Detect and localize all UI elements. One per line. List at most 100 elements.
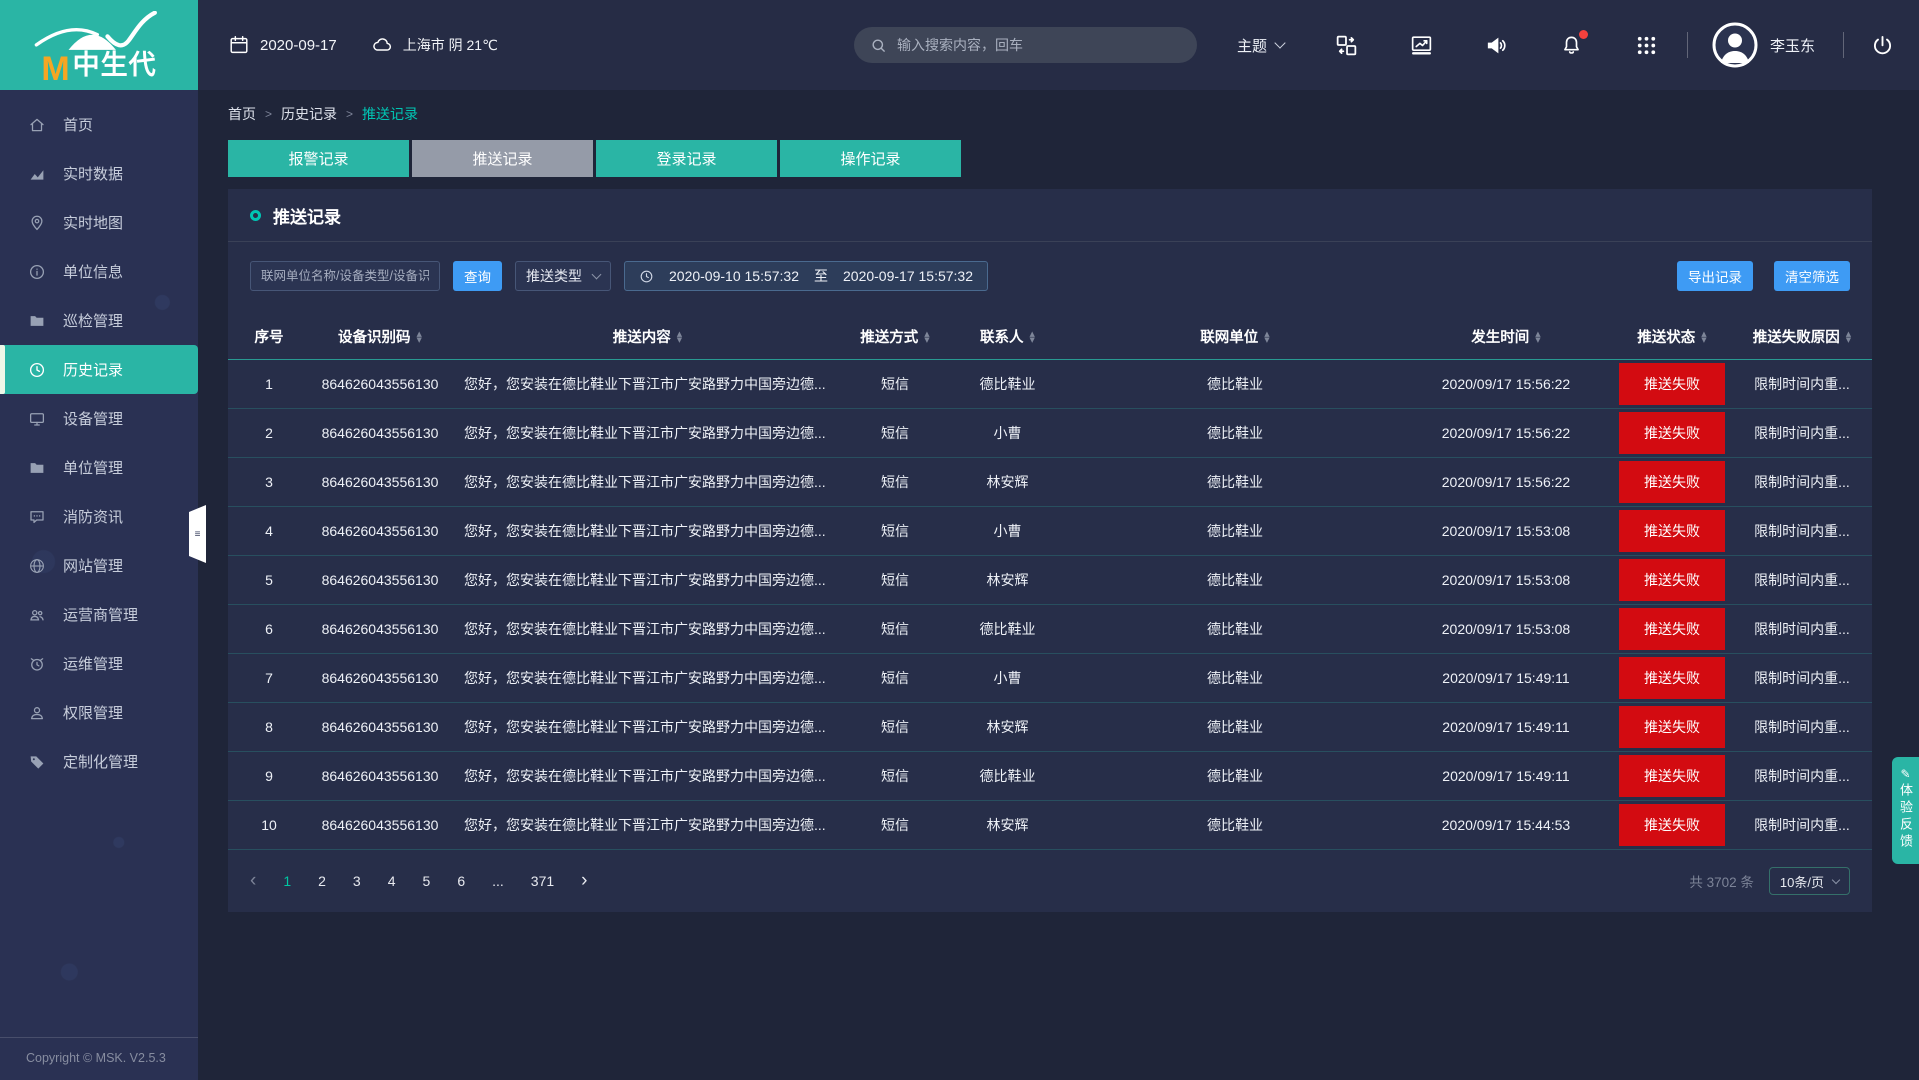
sidebar: M 中生代 首页实时数据实时地图单位信息巡检管理历史记录设备管理单位管理消防资讯… [0,0,198,1080]
column-header-unit[interactable]: 联网单位▲▼ [1070,326,1400,347]
sidebar-item-website[interactable]: 网站管理 [0,541,198,590]
sidebar-item-inspection[interactable]: 巡检管理 [0,296,198,345]
theme-select[interactable]: 主题 [1237,35,1284,56]
cell-reason: 限制时间内重... [1732,619,1872,639]
search-input[interactable] [897,37,1181,53]
sort-icon[interactable]: ▲▼ [924,331,929,343]
power-icon[interactable] [1870,33,1895,58]
column-header-reason[interactable]: 推送失败原因▲▼ [1732,326,1872,347]
cell-status: 推送失败 [1612,804,1732,846]
cell-time: 2020/09/17 15:53:08 [1400,621,1612,637]
page-1[interactable]: 1 [283,873,291,889]
table-row: 8864626043556130您好，您安装在德比鞋业下晋江市广安路野力中国旁边… [228,703,1872,752]
cell-time: 2020/09/17 15:56:22 [1400,376,1612,392]
page-2[interactable]: 2 [318,873,326,889]
breadcrumb-item[interactable]: 推送记录 [362,104,418,124]
page-ellipsis[interactable]: ... [492,873,504,889]
report-chart-icon[interactable] [1409,33,1434,58]
sidebar-item-label: 历史记录 [63,359,123,380]
home-icon [28,116,46,134]
sort-icon[interactable]: ▲▼ [677,331,682,343]
search-icon [870,37,887,54]
weather-text: 上海市 阴 21℃ [403,35,498,55]
sort-icon[interactable]: ▲▼ [1030,331,1035,343]
sidebar-item-permission[interactable]: 权限管理 [0,688,198,737]
cell-contact: 林安辉 [945,717,1070,737]
cell-method: 短信 [845,619,945,639]
column-header-status[interactable]: 推送状态▲▼ [1612,326,1732,347]
chevron-down-icon [1274,37,1285,48]
layout-switch-icon[interactable] [1334,33,1359,58]
sidebar-item-label: 运维管理 [63,653,123,674]
table-row: 3864626043556130您好，您安装在德比鞋业下晋江市广安路野力中国旁边… [228,458,1872,507]
filter-keyword-input[interactable] [250,261,440,291]
tab-alarm-records[interactable]: 报警记录 [228,140,409,177]
chevron-left-icon[interactable]: ‹ [250,874,256,888]
cell-content: 您好，您安装在德比鞋业下晋江市广安路野力中国旁边德... [450,472,845,492]
breadcrumb-item[interactable]: 首页 [228,104,256,124]
table-header-row: 序号设备识别码▲▼推送内容▲▼推送方式▲▼联系人▲▼联网单位▲▼发生时间▲▼推送… [228,314,1872,360]
sort-icon[interactable]: ▲▼ [1701,331,1706,343]
date-range-picker[interactable]: 2020-09-10 15:57:32 至 2020-09-17 15:57:3… [624,261,988,291]
sidebar-item-history[interactable]: 历史记录 [0,345,198,394]
page-size-select[interactable]: 10条/页 [1769,867,1850,895]
sidebar-item-custom[interactable]: 定制化管理 [0,737,198,786]
export-button[interactable]: 导出记录 [1677,261,1753,291]
page-3[interactable]: 3 [353,873,361,889]
column-header-contact[interactable]: 联系人▲▼ [945,326,1070,347]
sidebar-item-unit-info[interactable]: 单位信息 [0,247,198,296]
tab-push-records[interactable]: 推送记录 [412,140,593,177]
page-371[interactable]: 371 [531,873,554,889]
cell-index: 9 [228,768,310,784]
page-5[interactable]: 5 [423,873,431,889]
sort-icon[interactable]: ▲▼ [1846,331,1851,343]
speaker-icon[interactable] [1484,33,1509,58]
column-header-time[interactable]: 发生时间▲▼ [1400,326,1612,347]
cell-content: 您好，您安装在德比鞋业下晋江市广安路野力中国旁边德... [450,423,845,443]
cell-index: 10 [228,817,310,833]
cell-index: 1 [228,376,310,392]
cell-device-id: 864626043556130 [310,670,450,686]
feedback-tab[interactable]: ✎ 体验反馈 [1892,757,1919,864]
query-button[interactable]: 查询 [453,261,502,291]
user-name[interactable]: 李玉东 [1770,35,1815,56]
cell-index: 2 [228,425,310,441]
sort-icon[interactable]: ▲▼ [417,331,422,343]
page-6[interactable]: 6 [457,873,465,889]
column-header-content[interactable]: 推送内容▲▼ [450,326,845,347]
column-header-device_id[interactable]: 设备识别码▲▼ [310,326,450,347]
tab-login-records[interactable]: 登录记录 [596,140,777,177]
sidebar-collapse-handle[interactable]: ≡ [189,505,206,563]
page-4[interactable]: 4 [388,873,396,889]
column-header-index: 序号 [228,326,310,347]
sidebar-item-ops[interactable]: 运维管理 [0,639,198,688]
apps-grid-icon[interactable] [1634,33,1659,58]
tab-operation-records[interactable]: 操作记录 [780,140,961,177]
sidebar-item-unit[interactable]: 单位管理 [0,443,198,492]
cell-method: 短信 [845,521,945,541]
logo-name: 中生代 [73,43,157,82]
cell-time: 2020/09/17 15:56:22 [1400,474,1612,490]
sidebar-item-label: 单位信息 [63,261,123,282]
cell-reason: 限制时间内重... [1732,766,1872,786]
cell-device-id: 864626043556130 [310,523,450,539]
sidebar-item-fire-news[interactable]: 消防资讯 [0,492,198,541]
avatar[interactable] [1712,22,1758,68]
sidebar-item-realtime-map[interactable]: 实时地图 [0,198,198,247]
sort-icon[interactable]: ▲▼ [1535,331,1540,343]
column-header-method[interactable]: 推送方式▲▼ [845,326,945,347]
sidebar-item-realtime-data[interactable]: 实时数据 [0,149,198,198]
sidebar-item-device[interactable]: 设备管理 [0,394,198,443]
sidebar-item-label: 单位管理 [63,457,123,478]
breadcrumb-item[interactable]: 历史记录 [281,104,337,124]
sort-icon[interactable]: ▲▼ [1264,331,1269,343]
sidebar-item-home[interactable]: 首页 [0,100,198,149]
sidebar-item-operator[interactable]: 运营商管理 [0,590,198,639]
push-type-select[interactable]: 推送类型 [515,261,611,291]
notification-bell-icon[interactable] [1559,33,1584,58]
sidebar-item-label: 权限管理 [63,702,123,723]
breadcrumb: 首页>历史记录>推送记录 [228,104,1872,124]
chevron-right-icon[interactable]: › [581,874,587,888]
panel-header: 推送记录 [228,189,1872,241]
clear-filters-button[interactable]: 清空筛选 [1774,261,1850,291]
